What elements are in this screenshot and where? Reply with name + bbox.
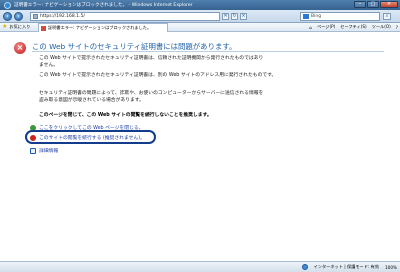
status-right: インターネット | 保護モード: 有効 100% bbox=[301, 264, 397, 270]
page-content: × この Web サイトのセキュリティ証明書には問題があります。 この Web … bbox=[0, 32, 400, 261]
text-line: セキュリティ証明書の問題によって、詐欺や、お使いのコンピューターからサーバーに送… bbox=[39, 91, 264, 96]
page-menu[interactable]: ページ(P) bbox=[317, 24, 335, 30]
page-icon bbox=[33, 14, 38, 19]
navigation-bar: ‹ › https://192.168.1.5/ ✕ ↻ × Bing ⌕ bbox=[0, 10, 400, 23]
minimize-button[interactable]: – bbox=[354, 1, 366, 8]
internet-explorer-icon bbox=[4, 1, 11, 9]
search-box[interactable]: Bing bbox=[300, 12, 380, 21]
window-title: 証明書エラー: ナビゲーションはブロックされました。 - Windows Int… bbox=[14, 3, 193, 8]
address-bar[interactable]: https://192.168.1.5/ bbox=[30, 12, 220, 21]
security-zone: インターネット | 保護モード: 有効 bbox=[313, 264, 380, 269]
bing-icon bbox=[303, 14, 309, 19]
text-line: この Web サイトで提示されたセキュリティ証明書は、別の Web サイトのアド… bbox=[39, 73, 277, 78]
search-provider: Bing bbox=[311, 14, 322, 19]
back-button[interactable]: ‹ bbox=[3, 12, 12, 21]
globe-icon bbox=[301, 264, 308, 270]
favorites-label: お気に入り bbox=[9, 24, 31, 29]
stop-icon[interactable]: × bbox=[240, 13, 247, 20]
tools-menu[interactable]: ツール(O) bbox=[372, 24, 391, 30]
title-bar: 証明書エラー: ナビゲーションはブロックされました。 - Windows Int… bbox=[0, 0, 400, 10]
favorites-button[interactable]: ★ お気に入り bbox=[2, 24, 30, 30]
help-icon[interactable]: ? bbox=[396, 25, 398, 30]
continue-to-site-link[interactable]: このサイトの閲覧を続行する (推奨されません)。 bbox=[30, 134, 145, 141]
heading-divider bbox=[32, 51, 384, 52]
zoom-level[interactable]: 100% bbox=[385, 265, 397, 270]
tab-certificate-error[interactable]: 証明書エラー: ナビゲーションはブロックされました。 bbox=[38, 23, 168, 32]
expand-icon bbox=[30, 147, 36, 154]
address-tools: ✕ ↻ × bbox=[222, 13, 247, 20]
text-line: この Web サイトで提示されたセキュリティ証明書は、信頼された証明機関から発行… bbox=[39, 56, 264, 61]
more-info-link[interactable]: 詳細情報 bbox=[30, 147, 58, 154]
security-warning-text: セキュリティ証明書の問題によって、詐欺や、お使いのコンピューターからサーバーに送… bbox=[39, 91, 263, 104]
continue-link-text[interactable]: このサイトの閲覧を続行する (推奨されません)。 bbox=[39, 134, 145, 141]
forward-button[interactable]: › bbox=[14, 12, 23, 21]
search-icon[interactable]: ⌕ bbox=[383, 13, 391, 20]
maximize-button[interactable]: □ bbox=[367, 1, 379, 8]
red-shield-icon bbox=[30, 134, 36, 141]
certificate-error-icon[interactable]: ✕ bbox=[222, 13, 229, 20]
status-bar: インターネット | 保護モード: 有効 100% bbox=[0, 261, 400, 272]
cert-address-text: この Web サイトで提示されたセキュリティ証明書は、別の Web サイトのアド… bbox=[39, 73, 276, 80]
home-icon[interactable]: ⌂ bbox=[309, 25, 312, 30]
address-url: https://192.168.1.5/ bbox=[40, 14, 85, 19]
cert-problem-text: この Web サイトで提示されたセキュリティ証明書は、信頼された証明機関から発行… bbox=[39, 56, 263, 69]
star-icon: ★ bbox=[2, 23, 8, 30]
command-items: ⌂ ページ(P) セーフティ(S) ツール(O) ? bbox=[309, 24, 398, 30]
text-line: 盗み取る意図が示唆されている場合があります。 bbox=[39, 97, 144, 103]
command-bar: ★ お気に入り 証明書エラー: ナビゲーションはブロックされました。 ⌂ ページ… bbox=[0, 23, 400, 32]
safety-menu[interactable]: セーフティ(S) bbox=[340, 24, 366, 30]
recommendation-text: このページを閉じて、この Web サイトの閲覧を続行しないことを推奨します。 bbox=[39, 113, 212, 118]
window-controls: – □ × bbox=[354, 1, 398, 8]
tab-error-icon bbox=[41, 25, 46, 31]
close-window-button[interactable]: × bbox=[380, 1, 398, 8]
refresh-icon[interactable]: ↻ bbox=[231, 13, 238, 20]
error-shield-icon: × bbox=[14, 42, 26, 54]
tab-label: 証明書エラー: ナビゲーションはブロックされました。 bbox=[48, 25, 152, 30]
text-line: ません。 bbox=[39, 62, 59, 68]
more-info-link-text[interactable]: 詳細情報 bbox=[39, 147, 58, 154]
